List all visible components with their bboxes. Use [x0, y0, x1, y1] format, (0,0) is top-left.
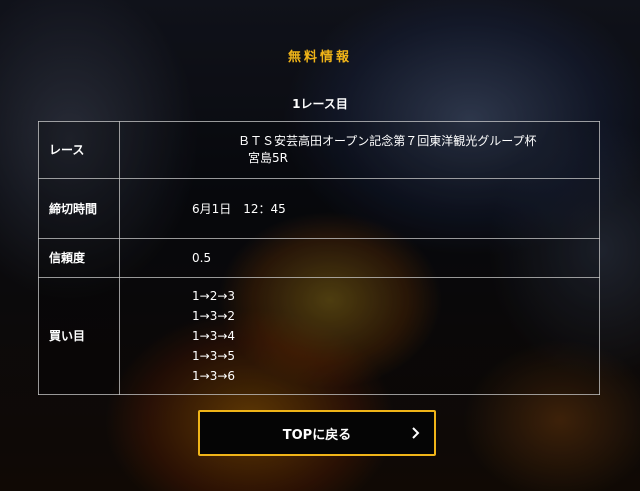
- table-row-reliability: 信頼度 0.5: [38, 238, 600, 278]
- section-title: 無料情報: [287, 50, 352, 65]
- reliability-value: 0.5: [119, 238, 600, 278]
- back-to-top-button[interactable]: TOPに戻る: [198, 410, 436, 456]
- chevron-right-icon: [408, 426, 422, 440]
- bets-label: 買い目: [38, 277, 120, 395]
- list-item: 1→3→6: [192, 369, 236, 383]
- table-row-bets: 買い目 1→2→3 1→3→2 1→3→4 1→3→5 1→3→6: [38, 277, 600, 395]
- bets-list: 1→2→3 1→3→2 1→3→4 1→3→5 1→3→6: [192, 286, 587, 386]
- bets-value: 1→2→3 1→3→2 1→3→4 1→3→5 1→3→6: [119, 277, 600, 395]
- race-value: ＢＴＳ安芸高田オープン記念第７回東洋観光グループ杯 宮島5R: [119, 121, 600, 179]
- free-info-panel: 無料情報 1レース目 レース ＢＴＳ安芸高田オープン記念第７回東洋観光グループ杯…: [0, 0, 640, 491]
- race-info-table: レース ＢＴＳ安芸高田オープン記念第７回東洋観光グループ杯 宮島5R 締切時間 …: [38, 121, 600, 395]
- back-to-top-label: TOPに戻る: [282, 427, 352, 443]
- list-item: 1→2→3: [192, 289, 236, 303]
- race-heading: 1レース目: [292, 97, 348, 111]
- race-label: レース: [38, 121, 120, 179]
- list-item: 1→3→2: [192, 309, 236, 323]
- deadline-label: 締切時間: [38, 178, 120, 239]
- deadline-value: 6月1日 12：45: [119, 178, 600, 239]
- table-row-race: レース ＢＴＳ安芸高田オープン記念第７回東洋観光グループ杯 宮島5R: [38, 121, 600, 179]
- reliability-label: 信頼度: [38, 238, 120, 278]
- list-item: 1→3→5: [192, 349, 236, 363]
- race-name: ＢＴＳ安芸高田オープン記念第７回東洋観光グループ杯: [238, 134, 537, 148]
- list-item: 1→3→4: [192, 329, 236, 343]
- race-venue: 宮島5R: [248, 151, 288, 165]
- table-row-deadline: 締切時間 6月1日 12：45: [38, 178, 600, 239]
